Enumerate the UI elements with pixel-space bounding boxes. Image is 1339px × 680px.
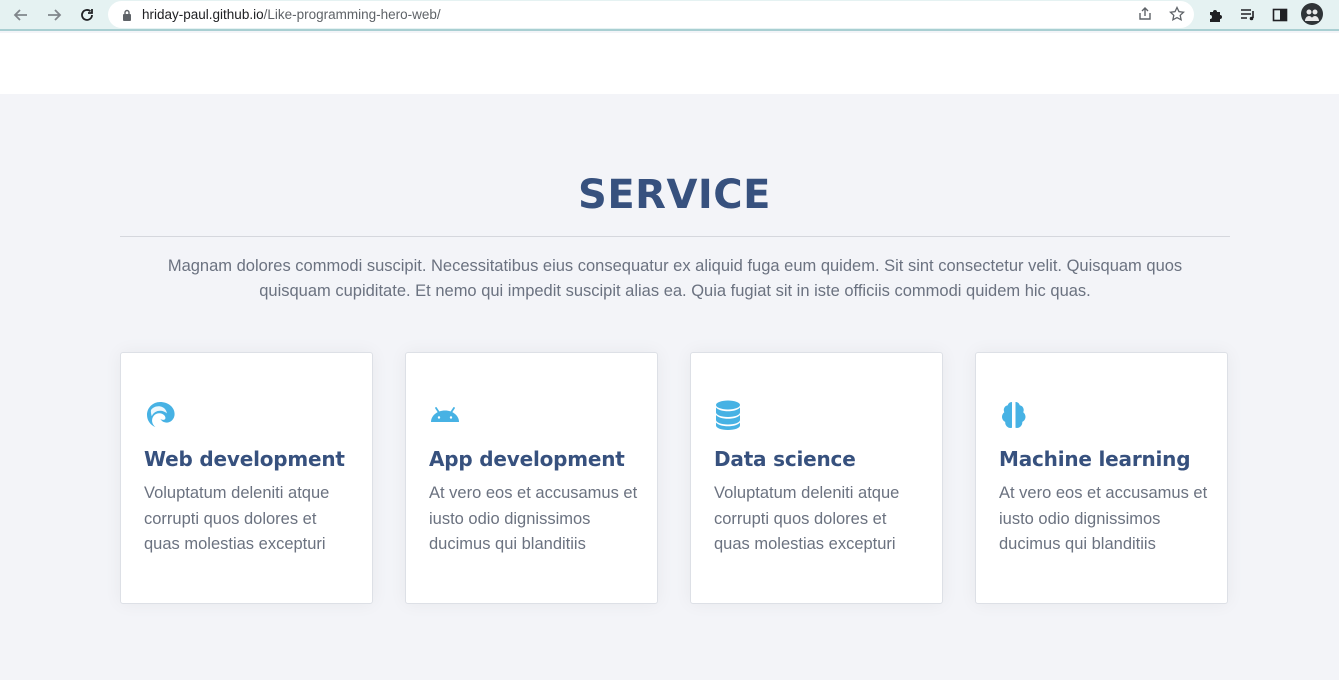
browser-toolbar: hriday-paul.github.io/Like-programming-h…: [0, 0, 1339, 31]
lock-icon: [120, 8, 134, 22]
title-divider: [120, 236, 1230, 237]
android-icon: [431, 407, 459, 422]
address-bar[interactable]: hriday-paul.github.io/Like-programming-h…: [108, 1, 1194, 28]
side-panel-icon[interactable]: [1269, 4, 1291, 26]
extensions-puzzle-icon[interactable]: [1205, 4, 1227, 26]
forward-button[interactable]: [43, 4, 65, 26]
share-icon[interactable]: [1136, 5, 1154, 23]
service-card-app-development[interactable]: App development At vero eos et accusamus…: [405, 352, 658, 604]
database-icon: [716, 400, 740, 430]
brain-icon: [1002, 402, 1026, 428]
user-avatar-icon: [1305, 9, 1319, 21]
media-playlist-icon[interactable]: [1237, 4, 1259, 26]
service-card-title: Web development: [144, 447, 345, 471]
service-card-title: Machine learning: [999, 447, 1191, 471]
profile-avatar[interactable]: [1301, 3, 1323, 25]
url-path: /Like-programming-hero-web/: [263, 7, 441, 22]
service-card-text: At vero eos et accusamus et iusto odio d…: [429, 484, 638, 553]
url-text: hriday-paul.github.io/Like-programming-h…: [142, 7, 441, 22]
service-card-title: Data science: [714, 447, 856, 471]
service-card-web-development[interactable]: Web development Voluptatum deleniti atqu…: [120, 352, 373, 604]
edge-browser-icon: [147, 402, 175, 427]
section-intro: Magnam dolores commodi suscipit. Necessi…: [167, 257, 1183, 300]
arrow-right-icon: [48, 9, 62, 21]
section-title: SERVICE: [578, 172, 771, 218]
back-button[interactable]: [10, 4, 32, 26]
url-host: hriday-paul.github.io: [142, 7, 264, 22]
service-card-text: At vero eos et accusamus et iusto odio d…: [999, 484, 1208, 553]
service-card-text: Voluptatum deleniti atque corrupti quos …: [714, 484, 900, 553]
service-card-text: Voluptatum deleniti atque corrupti quos …: [144, 484, 330, 553]
arrow-left-icon: [13, 9, 27, 21]
reload-button[interactable]: [76, 4, 98, 26]
bookmark-star-icon[interactable]: [1168, 5, 1186, 23]
service-card-data-science[interactable]: Data science Voluptatum deleniti atque c…: [690, 352, 943, 604]
service-card-title: App development: [429, 447, 625, 471]
service-card-machine-learning[interactable]: Machine learning At vero eos et accusamu…: [975, 352, 1228, 604]
reload-icon: [81, 9, 93, 21]
page-header-band: [0, 33, 1339, 94]
